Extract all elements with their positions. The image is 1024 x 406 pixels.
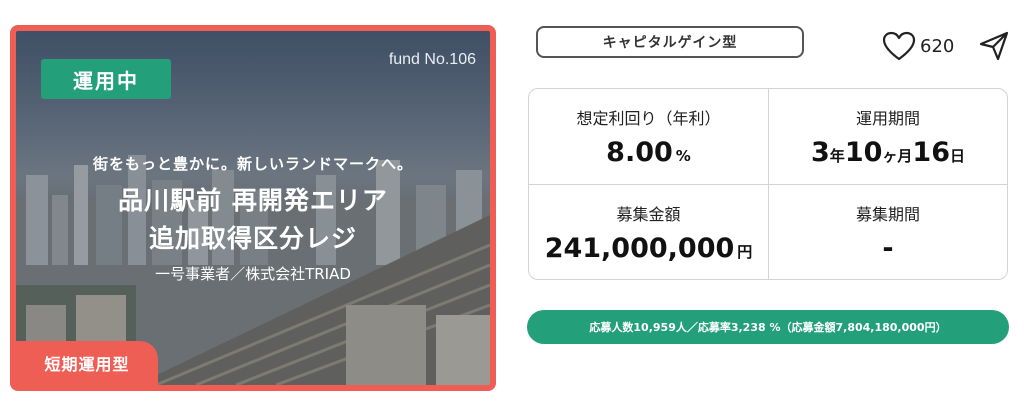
fund-number: fund No.106 — [388, 51, 476, 68]
fund-card[interactable]: 運用中 fund No.106 街をもっと豊かに。新しいランドマークへ。 品川駅… — [10, 25, 496, 391]
yield-label: 想定利回り（年利） — [576, 109, 721, 128]
yield-value: 8.00% — [606, 137, 691, 168]
recruit-period-value: - — [882, 232, 894, 264]
like-button[interactable]: 620 — [882, 31, 954, 61]
recruit-period-cell: 募集期間 - — [768, 184, 1007, 279]
fund-title-line2: 追加取得区分レジ — [148, 224, 357, 253]
fund-title-line1: 品川駅前 再開発エリア — [118, 186, 388, 215]
heart-icon — [882, 31, 916, 61]
fund-operator: 一号事業者／株式会社TRIAD — [155, 265, 351, 283]
period-value: 3年10ヶ月16日 — [811, 137, 965, 168]
amount-cell: 募集金額 241,000,000 円 — [529, 184, 768, 279]
send-icon — [979, 31, 1009, 61]
category-pill: キャピタルゲイン型 — [536, 26, 804, 58]
fund-stats-grid: 想定利回り（年利） 8.00% 運用期間 3年10ヶ月16日 募集金額 241,… — [528, 88, 1008, 280]
fund-type-badge: 短期運用型 — [16, 341, 158, 385]
yield-cell: 想定利回り（年利） 8.00% — [529, 89, 768, 184]
like-count: 620 — [920, 35, 955, 57]
fund-tagline: 街をもっと豊かに。新しいランドマークへ。 — [92, 155, 413, 173]
share-button[interactable] — [978, 30, 1010, 66]
status-badge: 運用中 — [41, 59, 171, 99]
recruit-period-label: 募集期間 — [855, 204, 920, 224]
amount-label: 募集金額 — [616, 204, 681, 224]
progress-text: 応募人数10,959人／応募率3,238 %（応募金額7,804,180,000… — [589, 321, 947, 334]
amount-value: 241,000,000 円 — [544, 232, 753, 264]
period-cell: 運用期間 3年10ヶ月16日 — [768, 89, 1007, 184]
period-label: 運用期間 — [855, 109, 920, 128]
application-progress-bar: 応募人数10,959人／応募率3,238 %（応募金額7,804,180,000… — [527, 310, 1009, 344]
